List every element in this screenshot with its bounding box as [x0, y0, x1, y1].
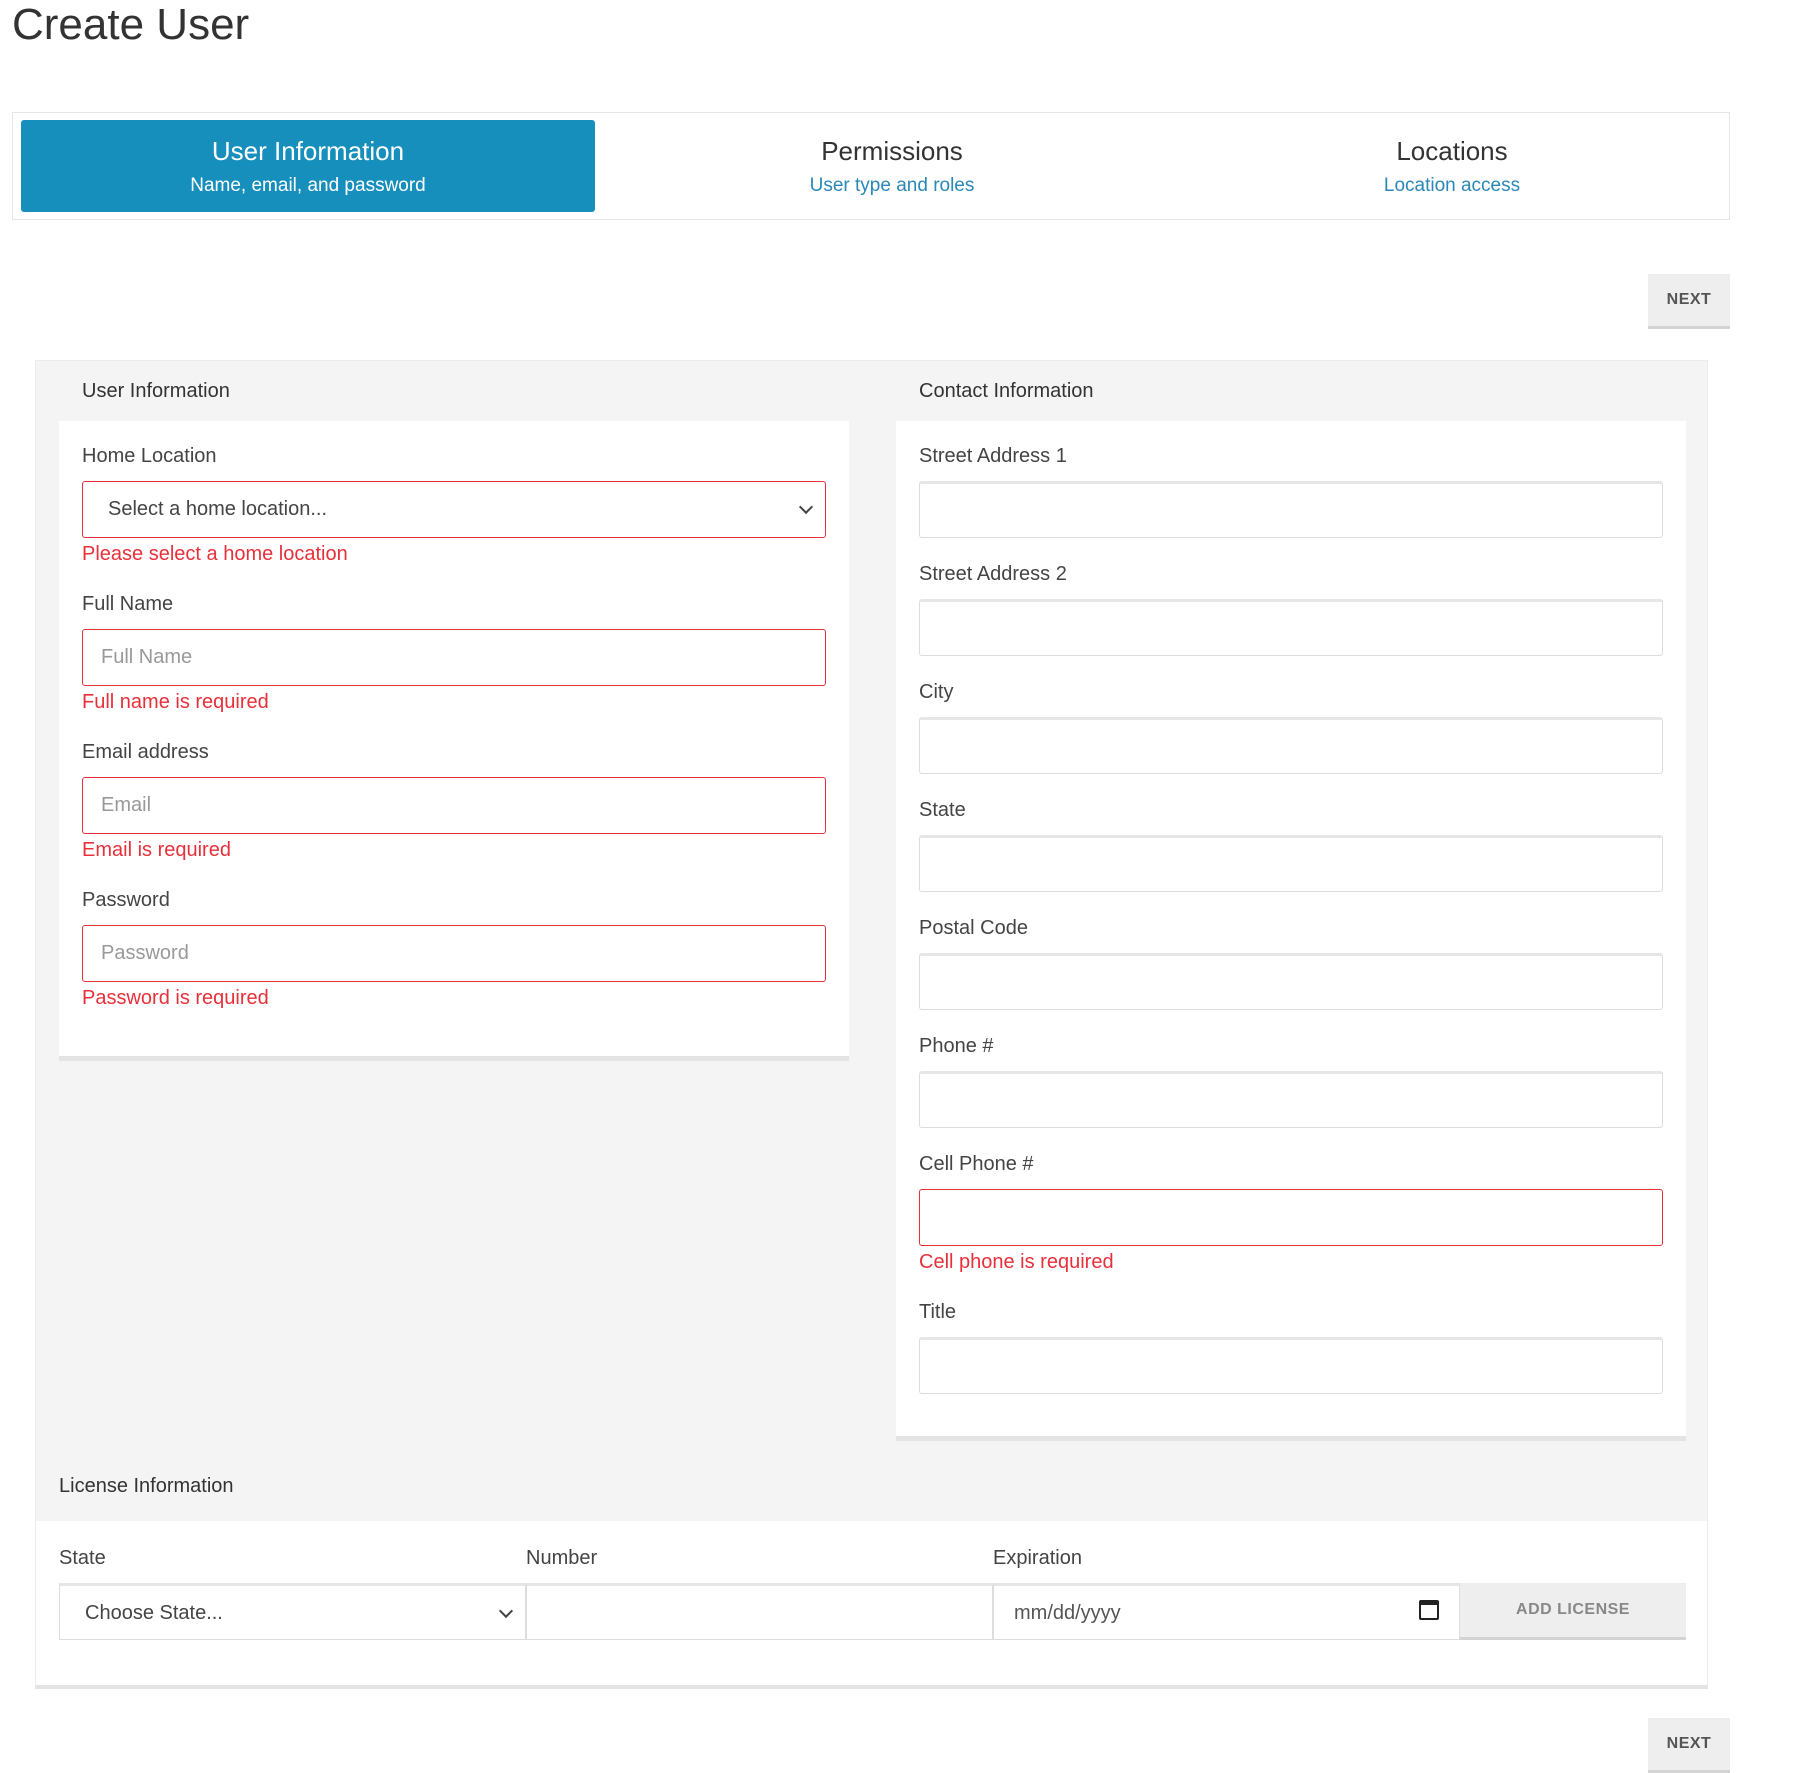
- phone-input[interactable]: [919, 1071, 1663, 1128]
- step-subtitle: Name, email, and password: [190, 175, 426, 196]
- home-location-select[interactable]: Select a home location...: [82, 481, 826, 538]
- step-title: User Information: [211, 136, 405, 166]
- license-state-select[interactable]: Choose State...: [59, 1583, 526, 1640]
- chevron-down-icon: [498, 1603, 514, 1619]
- license-state-label: State: [59, 1547, 106, 1569]
- license-number-label: Number: [526, 1547, 598, 1569]
- step-user-information[interactable]: User Information Name, email, and passwo…: [21, 120, 595, 212]
- card-header: User Information: [59, 361, 849, 421]
- license-state-value: Choose State...: [85, 1602, 223, 1624]
- city-label: City: [919, 681, 954, 703]
- step-title: Permissions: [821, 136, 963, 166]
- full-name-input[interactable]: Full Name: [82, 629, 826, 686]
- password-placeholder: Password: [101, 942, 189, 964]
- card-header: Contact Information: [896, 361, 1686, 421]
- email-placeholder: Email: [101, 794, 152, 816]
- home-location-label: Home Location: [82, 445, 217, 467]
- state-input[interactable]: [919, 835, 1663, 892]
- street-address-1-label: Street Address 1: [919, 445, 1067, 467]
- postal-code-label: Postal Code: [919, 917, 1028, 939]
- street-address-2-input[interactable]: [919, 599, 1663, 656]
- email-error: Email is required: [82, 839, 231, 861]
- password-input[interactable]: Password: [82, 925, 826, 982]
- calendar-icon[interactable]: [1419, 1600, 1439, 1620]
- add-license-button[interactable]: ADD LICENSE: [1460, 1583, 1686, 1640]
- full-name-label: Full Name: [82, 593, 174, 615]
- email-input[interactable]: Email: [82, 777, 826, 834]
- license-information-header: License Information: [59, 1475, 234, 1497]
- license-information-section: State Number Expiration Choose State... …: [36, 1521, 1707, 1685]
- email-label: Email address: [82, 741, 209, 763]
- cell-phone-input[interactable]: [919, 1189, 1663, 1246]
- city-input[interactable]: [919, 717, 1663, 774]
- phone-label: Phone #: [919, 1035, 994, 1057]
- street-address-2-label: Street Address 2: [919, 563, 1067, 585]
- next-button-bottom[interactable]: NEXT: [1648, 1718, 1730, 1773]
- cell-phone-error: Cell phone is required: [919, 1251, 1114, 1273]
- license-expiration-placeholder: mm/dd/yyyy: [1014, 1602, 1121, 1624]
- license-expiration-input[interactable]: mm/dd/yyyy: [993, 1583, 1460, 1640]
- user-information-card: User Information Home Location Select a …: [59, 361, 849, 1061]
- next-button-top[interactable]: NEXT: [1648, 274, 1730, 329]
- step-subtitle[interactable]: Location access: [1171, 175, 1733, 197]
- page-title: Create User: [12, 0, 250, 49]
- password-label: Password: [82, 889, 170, 911]
- cell-phone-label: Cell Phone #: [919, 1153, 1034, 1175]
- contact-information-card: Contact Information Street Address 1 Str…: [896, 361, 1686, 1441]
- license-number-input[interactable]: [526, 1583, 993, 1640]
- full-name-placeholder: Full Name: [101, 646, 193, 668]
- form-container: User Information Home Location Select a …: [35, 360, 1708, 1689]
- postal-code-input[interactable]: [919, 953, 1663, 1010]
- password-error: Password is required: [82, 987, 269, 1009]
- home-location-error: Please select a home location: [82, 543, 348, 565]
- step-title: Locations: [1396, 136, 1508, 166]
- chevron-down-icon: [798, 499, 814, 515]
- wizard-stepper: User Information Name, email, and passwo…: [12, 112, 1730, 220]
- title-label: Title: [919, 1301, 957, 1323]
- step-subtitle[interactable]: User type and roles: [605, 175, 1179, 197]
- state-label: State: [919, 799, 966, 821]
- license-expiration-label: Expiration: [993, 1547, 1082, 1569]
- step-locations[interactable]: Locations Location access: [1171, 120, 1733, 212]
- street-address-1-input[interactable]: [919, 481, 1663, 538]
- title-input[interactable]: [919, 1337, 1663, 1394]
- step-permissions[interactable]: Permissions User type and roles: [605, 120, 1179, 212]
- home-location-value: Select a home location...: [108, 498, 328, 520]
- full-name-error: Full name is required: [82, 691, 269, 713]
